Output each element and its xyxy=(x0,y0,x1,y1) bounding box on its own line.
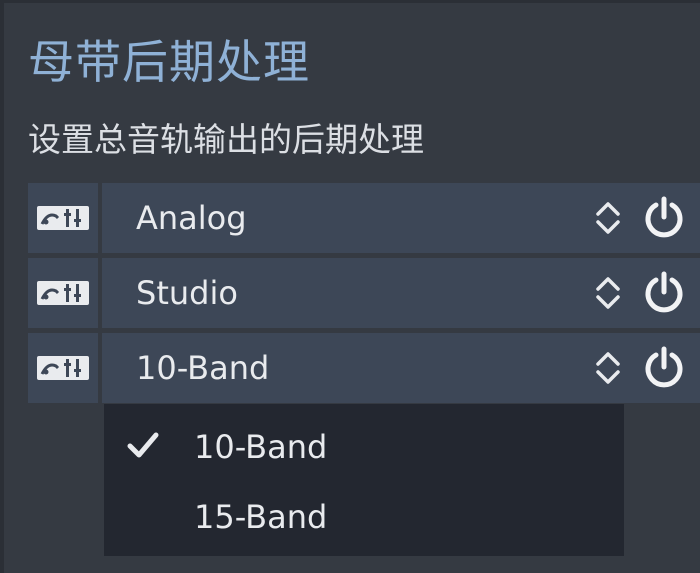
preset-dropdown-list: 10-Band 15-Band xyxy=(104,404,624,556)
updown-chevron-icon xyxy=(596,352,620,384)
checkmark-icon xyxy=(127,432,159,458)
eq-settings-icon xyxy=(37,356,89,380)
panel-subtitle: 设置总音轨输出的后期处理 xyxy=(28,120,424,159)
preset-value: Analog xyxy=(136,199,247,237)
power-toggle-10-band[interactable] xyxy=(630,333,700,403)
effect-settings-button[interactable] xyxy=(28,333,98,403)
power-toggle-studio[interactable] xyxy=(630,258,700,328)
dropdown-option-label: 15-Band xyxy=(194,498,328,536)
dropdown-option-15-band[interactable]: 15-Band xyxy=(104,482,624,552)
top-border xyxy=(0,0,700,3)
power-icon xyxy=(645,271,683,313)
power-icon xyxy=(645,196,683,238)
left-border xyxy=(0,0,4,573)
preset-value: 10-Band xyxy=(136,349,270,387)
dropdown-option-label: 10-Band xyxy=(194,428,328,466)
updown-chevron-icon xyxy=(596,202,620,234)
preset-value: Studio xyxy=(136,274,238,312)
power-toggle-analog[interactable] xyxy=(630,183,700,253)
panel-title: 母带后期处理 xyxy=(28,35,310,89)
power-icon xyxy=(645,346,683,388)
effect-settings-button[interactable] xyxy=(28,258,98,328)
dropdown-option-10-band[interactable]: 10-Band xyxy=(104,412,624,482)
eq-settings-icon xyxy=(37,281,89,305)
updown-chevron-icon xyxy=(596,277,620,309)
preset-select-10-band[interactable]: 10-Band xyxy=(102,333,652,403)
preset-select-analog[interactable]: Analog xyxy=(102,183,652,253)
eq-settings-icon xyxy=(37,206,89,230)
preset-select-studio[interactable]: Studio xyxy=(102,258,652,328)
effect-settings-button[interactable] xyxy=(28,183,98,253)
